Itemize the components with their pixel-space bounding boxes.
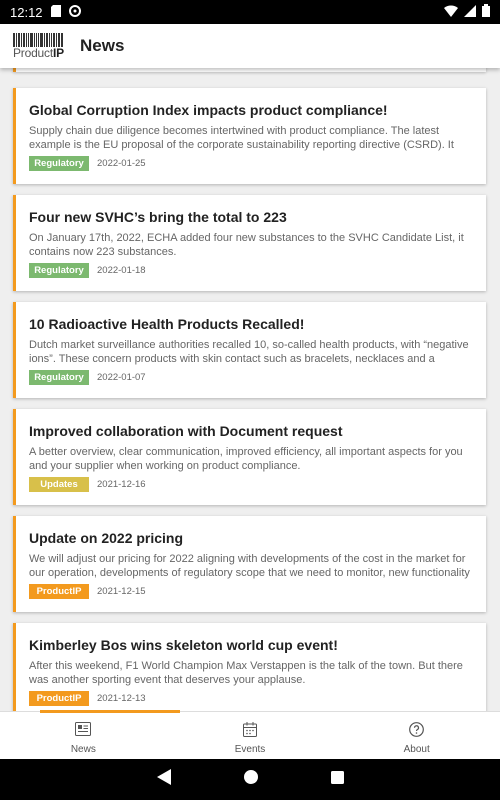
category-badge: ProductIP [29, 691, 89, 706]
sd-card-icon [50, 4, 61, 20]
news-excerpt: Supply chain due diligence becomes inter… [29, 125, 454, 151]
news-excerpt: A better overview, clear communication, … [29, 446, 463, 472]
nav-item-news[interactable]: News [0, 712, 167, 759]
sync-icon [68, 4, 81, 20]
recents-icon[interactable] [330, 770, 344, 789]
nav-item-about[interactable]: About [333, 712, 500, 759]
logo-text-ip: IP [52, 46, 64, 60]
signal-icon [464, 4, 476, 20]
nav-label-events: Events [234, 744, 266, 755]
news-title: 10 Radioactive Health Products Recalled! [29, 316, 305, 332]
newspaper-icon [75, 722, 92, 738]
news-title: Global Corruption Index impacts product … [29, 102, 388, 118]
news-list[interactable]: Global Corruption Index impacts product … [0, 68, 500, 711]
logo-text: ProductIP [13, 46, 64, 60]
news-date: 2021-12-15 [97, 586, 146, 597]
category-badge: Regulatory [29, 370, 89, 385]
news-title: Update on 2022 pricing [29, 530, 184, 546]
news-excerpt: Dutch market surveillance authorities re… [29, 339, 469, 365]
news-date: 2021-12-16 [97, 479, 146, 490]
status-bar: 12:12 [0, 0, 500, 24]
logo-text-product: Product [13, 46, 53, 60]
news-title: Improved collaboration with Document req… [29, 423, 343, 439]
news-date: 2021-12-13 [97, 693, 146, 704]
status-time: 12:12 [10, 4, 43, 20]
news-card[interactable]: Four new SVHC’s bring the total to 223 O… [13, 195, 486, 291]
active-tab-indicator [40, 710, 180, 713]
nav-label-news: News [70, 744, 96, 755]
productip-logo: ProductIP [13, 31, 64, 61]
calendar-icon [243, 722, 257, 738]
app-bar: ProductIP News [0, 24, 500, 68]
category-badge: Updates [29, 477, 89, 492]
news-excerpt: We will adjust our pricing for 2022 alig… [29, 553, 470, 579]
news-date: 2022-01-18 [97, 265, 146, 276]
home-icon[interactable] [243, 770, 258, 789]
news-excerpt: On January 17th, 2022, ECHA added four n… [29, 232, 464, 258]
news-card-partial[interactable] [13, 68, 486, 72]
news-date: 2022-01-25 [97, 158, 146, 169]
news-card[interactable]: Update on 2022 pricing We will adjust ou… [13, 516, 486, 612]
category-badge: Regulatory [29, 156, 89, 171]
news-card[interactable]: Global Corruption Index impacts product … [13, 88, 486, 184]
category-badge: Regulatory [29, 263, 89, 278]
news-card[interactable]: 10 Radioactive Health Products Recalled!… [13, 302, 486, 398]
battery-icon [482, 4, 490, 20]
system-navigation-bar [0, 759, 500, 800]
news-card[interactable]: Kimberley Bos wins skeleton world cup ev… [13, 623, 486, 711]
category-badge: ProductIP [29, 584, 89, 599]
news-title: Four new SVHC’s bring the total to 223 [29, 209, 287, 225]
news-date: 2022-01-07 [97, 372, 146, 383]
nav-item-events[interactable]: Events [167, 712, 334, 759]
nav-label-about: About [403, 744, 430, 755]
bottom-navigation: News Events About [0, 710, 500, 759]
news-excerpt: After this weekend, F1 World Champion Ma… [29, 660, 463, 686]
back-icon[interactable] [156, 769, 171, 790]
barcode-icon [13, 33, 63, 47]
page-title: News [80, 36, 125, 55]
help-circle-icon [409, 722, 425, 738]
wifi-icon [444, 4, 458, 20]
news-title: Kimberley Bos wins skeleton world cup ev… [29, 637, 338, 653]
news-card[interactable]: Improved collaboration with Document req… [13, 409, 486, 505]
